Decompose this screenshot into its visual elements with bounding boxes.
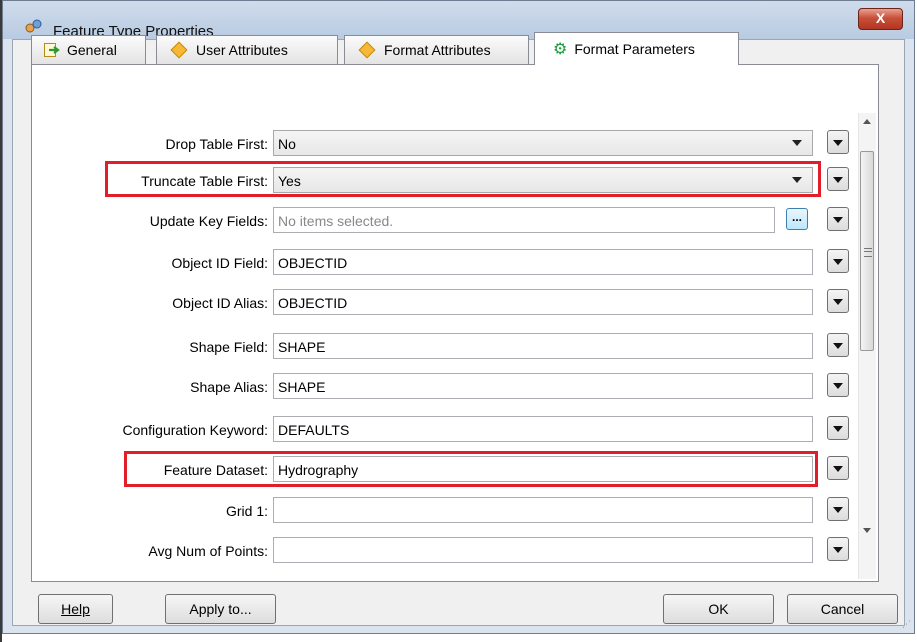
param-menu-button[interactable] <box>827 333 849 357</box>
param-menu-button[interactable] <box>827 373 849 397</box>
param-row-shape-alias: Shape Alias: SHAPE <box>36 373 860 401</box>
param-menu-button[interactable] <box>827 249 849 273</box>
apply-to-button[interactable]: Apply to... <box>165 594 276 624</box>
highlight-box-truncate <box>105 161 821 197</box>
drop-table-first-select[interactable]: No <box>273 130 813 156</box>
param-label: Grid 1: <box>225 503 268 519</box>
param-menu-button[interactable] <box>827 167 849 191</box>
help-button-label: Help <box>61 601 90 617</box>
cancel-button[interactable]: Cancel <box>787 594 898 624</box>
apply-to-button-label: Apply to... <box>189 601 252 617</box>
param-row-object-id-field: Object ID Field: OBJECTID <box>36 249 860 277</box>
param-row-update-key-fields: Update Key Fields: No items selected. ..… <box>36 207 860 235</box>
param-row-grid-1: Grid 1: <box>36 497 860 525</box>
update-key-fields-input[interactable]: No items selected. <box>273 207 775 233</box>
diamond-icon <box>170 41 188 59</box>
tab-user-attributes-label: User Attributes <box>196 42 288 58</box>
tab-format-parameters-label: Format Parameters <box>574 41 695 57</box>
param-label: Configuration Keyword: <box>122 422 268 438</box>
diamond-icon <box>358 41 376 59</box>
vertical-scrollbar[interactable] <box>858 113 876 579</box>
ok-button[interactable]: OK <box>663 594 774 624</box>
param-menu-button[interactable] <box>827 537 849 561</box>
object-id-alias-input[interactable]: OBJECTID <box>273 289 813 315</box>
param-label: Shape Alias: <box>190 379 268 395</box>
param-menu-button[interactable] <box>827 130 849 154</box>
general-tab-icon <box>44 43 60 57</box>
param-menu-button[interactable] <box>827 416 849 440</box>
tab-format-parameters[interactable]: ⚙ Format Parameters <box>534 32 739 65</box>
select-value: No <box>278 136 296 152</box>
grid-1-input[interactable] <box>273 497 813 523</box>
param-label: Object ID Field: <box>171 255 268 271</box>
param-row-drop-table-first: Drop Table First: No <box>36 130 860 158</box>
app-icon <box>25 19 42 33</box>
scrollbar-thumb[interactable] <box>860 151 874 351</box>
param-label: Shape Field: <box>189 339 268 355</box>
close-button[interactable]: X <box>858 8 903 30</box>
gear-icon: ⚙ <box>553 41 568 58</box>
avg-num-of-points-input[interactable] <box>273 537 813 563</box>
parameters-list: Drop Table First: No Truncate Table Firs… <box>36 71 860 581</box>
title-bar[interactable]: Feature Type Properties X <box>3 1 914 40</box>
param-label: Update Key Fields: <box>149 213 268 229</box>
help-button[interactable]: Help <box>38 594 113 624</box>
grip-icon <box>864 248 872 257</box>
tab-general-label: General <box>67 42 117 58</box>
param-menu-button[interactable] <box>827 207 849 231</box>
ok-button-label: OK <box>708 601 729 617</box>
configuration-keyword-input[interactable]: DEFAULTS <box>273 416 813 442</box>
param-row-shape-field: Shape Field: SHAPE <box>36 333 860 361</box>
browse-button[interactable]: ... <box>786 208 808 230</box>
param-row-avg-num-of-points: Avg Num of Points: <box>36 537 860 565</box>
cancel-button-label: Cancel <box>820 601 865 617</box>
scroll-up-arrow-icon[interactable] <box>863 119 871 124</box>
param-menu-button[interactable] <box>827 456 849 480</box>
scroll-down-arrow-icon[interactable] <box>863 528 871 533</box>
object-id-field-input[interactable]: OBJECTID <box>273 249 813 275</box>
chevron-down-icon <box>792 140 802 146</box>
param-label: Object ID Alias: <box>172 295 268 311</box>
param-row-configuration-keyword: Configuration Keyword: DEFAULTS <box>36 416 860 444</box>
shape-alias-input[interactable]: SHAPE <box>273 373 813 399</box>
shape-field-input[interactable]: SHAPE <box>273 333 813 359</box>
highlight-box-feature-dataset <box>124 451 818 487</box>
param-menu-button[interactable] <box>827 497 849 521</box>
resize-grip-icon[interactable]: ⋰ <box>902 619 911 630</box>
param-menu-button[interactable] <box>827 289 849 313</box>
param-row-object-id-alias: Object ID Alias: OBJECTID <box>36 289 860 317</box>
tab-format-attributes[interactable]: Format Attributes <box>344 35 529 64</box>
tab-format-attributes-label: Format Attributes <box>384 42 491 58</box>
param-label: Drop Table First: <box>165 136 268 152</box>
tab-user-attributes[interactable]: User Attributes <box>156 35 338 64</box>
param-label: Avg Num of Points: <box>148 543 268 559</box>
tab-general[interactable]: General <box>31 35 146 64</box>
